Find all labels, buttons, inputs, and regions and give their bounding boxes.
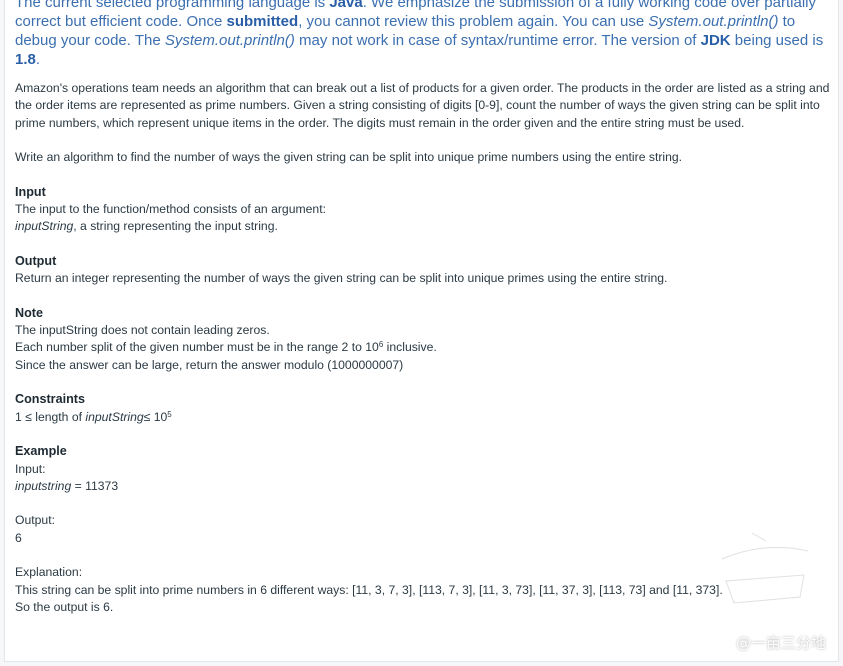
notice-version: 1.8 bbox=[15, 51, 36, 68]
input-desc: , a string representing the input string… bbox=[73, 219, 278, 234]
notice-text: being used is bbox=[730, 32, 824, 49]
notice-text: The current selected programming languag… bbox=[15, 0, 330, 11]
notice-println: System.out.println() bbox=[164, 32, 295, 49]
notice-text: . bbox=[35, 51, 41, 68]
example-heading: Example bbox=[15, 444, 67, 459]
notice-language: Java bbox=[329, 0, 363, 11]
constraint-text: ≤ 10 bbox=[143, 409, 168, 424]
watermark-logo-icon bbox=[718, 529, 812, 607]
notice-text: may not work in case of syntax/runtime e… bbox=[294, 32, 701, 49]
constraint-exponent: 5 bbox=[167, 409, 172, 419]
note-range-text: Each number split of the given number mu… bbox=[15, 340, 379, 355]
example-input: inputstring = 11373 bbox=[15, 478, 830, 495]
notice-submitted: submitted bbox=[226, 13, 299, 30]
problem-description: Amazon's operations team needs an algori… bbox=[15, 81, 830, 130]
input-var: inputString bbox=[15, 219, 74, 234]
input-heading: Input bbox=[15, 184, 46, 199]
note-exponent: 6 bbox=[378, 340, 384, 350]
problem-card: The current selected programming languag… bbox=[4, 0, 839, 662]
input-param-line: inputString, a string representing the i… bbox=[15, 218, 830, 235]
constraint-line: 1 ≤ length of inputString≤ 105 bbox=[15, 409, 830, 426]
notice-text: , you cannot review this problem again. … bbox=[298, 13, 649, 30]
notice-println: System.out.println() bbox=[648, 13, 779, 30]
note-line: The inputString does not contain leading… bbox=[15, 323, 270, 338]
note-heading: Note bbox=[15, 305, 43, 320]
watermark-text: @一亩三分地 bbox=[735, 634, 826, 652]
notice-jdk: JDK bbox=[700, 32, 731, 49]
constraint-text: 1 ≤ length of bbox=[15, 409, 86, 424]
example-input-value: = 11373 bbox=[71, 478, 119, 493]
constraints-heading: Constraints bbox=[15, 392, 85, 407]
output-line: Return an integer representing the numbe… bbox=[15, 271, 668, 286]
problem-task: Write an algorithm to find the number of… bbox=[15, 150, 683, 165]
note-modulo-line: Since the answer can be large, return th… bbox=[15, 357, 404, 372]
language-notice: The current selected programming languag… bbox=[15, 0, 825, 69]
output-heading: Output bbox=[15, 253, 57, 268]
note-range-text: inclusive. bbox=[383, 340, 437, 355]
example-input-var: inputstring bbox=[15, 478, 72, 493]
input-line: The input to the function/method consist… bbox=[15, 202, 326, 217]
constraint-var: inputString bbox=[85, 409, 144, 424]
example-input-label: Input: bbox=[15, 461, 46, 476]
note-range-line: Each number split of the given number mu… bbox=[15, 339, 830, 356]
